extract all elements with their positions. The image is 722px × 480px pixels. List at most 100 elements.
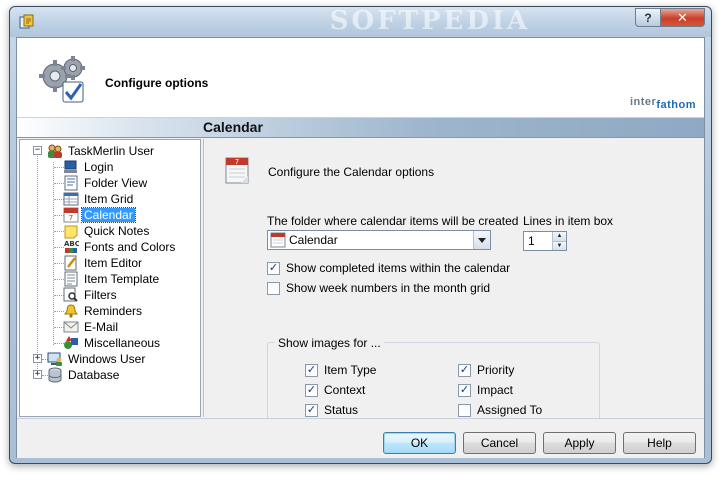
image-checkbox-label: Assigned To [477, 403, 543, 417]
image-checkbox-item-type[interactable]: ✓ Item Type [305, 363, 376, 377]
chevron-down-icon [478, 237, 486, 243]
checkbox-box[interactable]: ✓ [305, 383, 318, 397]
caption-buttons: ? ✕ [635, 8, 705, 27]
spinner-buttons: ▲ ▼ [552, 232, 566, 250]
checkbox-box[interactable]: ✓ [305, 403, 318, 417]
title-bar[interactable]: SOFTPEDIA ? ✕ [10, 7, 711, 37]
show-completed-checkbox[interactable]: ✓ Show completed items within the calend… [267, 261, 510, 275]
tree-node-windows-user[interactable]: Windows User [47, 351, 147, 367]
tree-node-item-template[interactable]: Item Template [63, 271, 161, 287]
tree-node-filters[interactable]: Filters [63, 287, 119, 303]
image-checkbox-context[interactable]: ✓ Context [305, 383, 365, 397]
tree-node-login[interactable]: Login [63, 159, 115, 175]
show-completed-label: Show completed items within the calendar [286, 261, 511, 275]
users-icon [47, 143, 63, 159]
tree-node-item-grid[interactable]: Item Grid [63, 191, 135, 207]
show-week-numbers-label: Show week numbers in the month grid [286, 281, 491, 295]
folder-view-icon [63, 175, 79, 191]
collapse-toggle-taskmerlin-user[interactable]: − [33, 146, 42, 155]
svg-text:7: 7 [235, 158, 239, 166]
help-button[interactable]: Help [623, 432, 696, 454]
miscellaneous-icon [63, 335, 79, 351]
tree-node-label: Login [84, 160, 114, 174]
tree-node-label: Item Template [84, 272, 160, 286]
checkbox-box[interactable]: ✓ [305, 363, 318, 377]
image-checkbox-impact[interactable]: ✓ Impact [458, 383, 513, 397]
help-caption-button[interactable]: ? [635, 8, 661, 27]
expand-toggle-windows-user[interactable]: + [33, 354, 42, 363]
lines-value[interactable]: 1 [524, 232, 552, 250]
brand-logo: interfathom [630, 96, 696, 111]
tree-node-fonts-colors[interactable]: ABC Fonts and Colors [63, 239, 177, 255]
app-icon[interactable] [19, 14, 35, 30]
expand-toggle-database[interactable]: + [33, 370, 42, 379]
panel-heading: Configure the Calendar options [268, 165, 435, 179]
calendar-folder-select[interactable]: Calendar [267, 230, 491, 250]
tree-node-label: Folder View [84, 176, 148, 190]
item-template-icon [63, 271, 79, 287]
image-checkbox-label: Context [324, 383, 366, 397]
checkbox-box[interactable] [458, 403, 471, 417]
tree-node-reminders[interactable]: Reminders [63, 303, 144, 319]
tree-node-label: E-Mail [84, 320, 119, 334]
tree-node-email[interactable]: E-Mail [63, 319, 120, 335]
image-checkbox-label: Status [324, 403, 359, 417]
header-title: Configure options [105, 76, 209, 90]
quick-notes-icon [63, 223, 79, 239]
tree-node-item-editor[interactable]: Item Editor [63, 255, 144, 271]
email-icon [63, 319, 79, 335]
item-grid-icon [63, 191, 79, 207]
windows-user-icon [47, 351, 63, 367]
tree-node-calendar[interactable]: 7 Calendar [63, 207, 136, 223]
tree-node-folder-view[interactable]: Folder View [63, 175, 149, 191]
section-bar: Calendar [17, 118, 704, 138]
calendar-small-icon [270, 232, 286, 248]
close-button[interactable]: ✕ [661, 8, 705, 27]
spin-up-button[interactable]: ▲ [553, 232, 566, 241]
button-bar: OK Cancel Apply Help [17, 418, 704, 458]
folder-label: The folder where calendar items will be … [267, 214, 519, 228]
tree-line [37, 151, 38, 373]
header: Configure options interfathom [17, 38, 704, 118]
image-checkbox-status[interactable]: ✓ Status [305, 403, 358, 417]
lines-in-item-box-spinner[interactable]: 1 ▲ ▼ [523, 231, 567, 251]
ok-button[interactable]: OK [383, 432, 456, 454]
tree-node-label: Quick Notes [84, 224, 150, 238]
brand-part2: fathom [656, 99, 696, 111]
section-title: Calendar [203, 119, 263, 135]
tree-node-quick-notes[interactable]: Quick Notes [63, 223, 151, 239]
reminders-icon [63, 303, 79, 319]
checkbox-box[interactable]: ✓ [267, 261, 280, 275]
login-icon [63, 159, 79, 175]
gears-check-icon [35, 52, 91, 108]
tree-node-label: Database [68, 368, 120, 382]
checkbox-box[interactable]: ✓ [458, 363, 471, 377]
tree-node-label: Item Grid [84, 192, 134, 206]
lines-label: Lines in item box [523, 214, 614, 228]
checkbox-box[interactable]: ✓ [458, 383, 471, 397]
tree-node-label: Item Editor [84, 256, 143, 270]
image-checkbox-assigned-to[interactable]: Assigned To [458, 403, 542, 417]
calendar-icon: 7 [63, 207, 79, 223]
calendar-folder-value: Calendar [289, 233, 338, 247]
apply-button[interactable]: Apply [543, 432, 616, 454]
tree-node-database[interactable]: Database [47, 367, 121, 383]
spin-down-button[interactable]: ▼ [553, 240, 566, 250]
show-week-numbers-checkbox[interactable]: Show week numbers in the month grid [267, 281, 490, 295]
image-checkbox-label: Item Type [324, 363, 377, 377]
checkbox-box[interactable] [267, 281, 280, 295]
tree-node-taskmerlin-user[interactable]: TaskMerlin User [47, 143, 156, 159]
filters-icon [63, 287, 79, 303]
dropdown-arrow-button[interactable] [473, 231, 490, 249]
options-window: SOFTPEDIA ? ✕ Configure options interfat… [9, 6, 712, 464]
cancel-button[interactable]: Cancel [463, 432, 536, 454]
tree-node-label: Windows User [68, 352, 146, 366]
options-tree[interactable]: − TaskMerlin User Login Folder View Item G… [19, 139, 201, 417]
image-checkbox-priority[interactable]: ✓ Priority [458, 363, 514, 377]
item-editor-icon [63, 255, 79, 271]
tree-node-label: Calendar [81, 207, 136, 223]
calendar-page-icon: 7 [223, 155, 251, 185]
tree-node-miscellaneous[interactable]: Miscellaneous [63, 335, 162, 351]
fonts-colors-icon: ABC [63, 239, 79, 255]
tree-node-label: Fonts and Colors [84, 240, 176, 254]
